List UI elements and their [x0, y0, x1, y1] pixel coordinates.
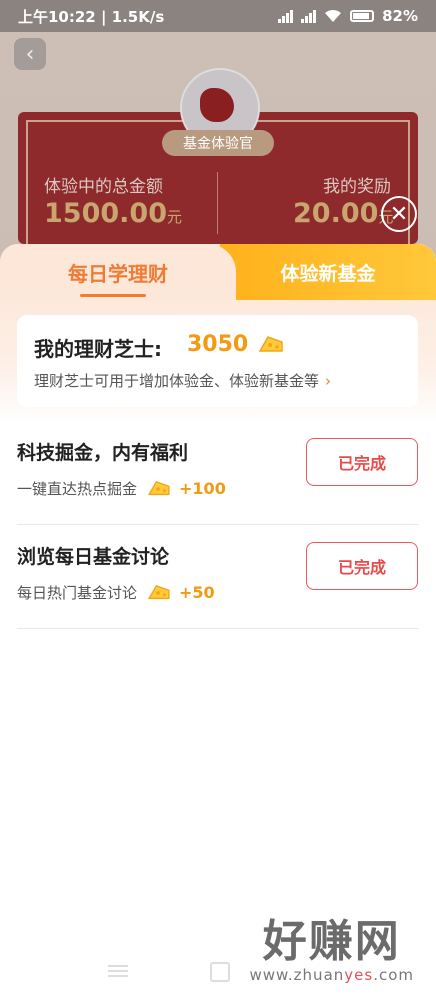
tab-daily-finance-label: 每日学理财 — [68, 261, 168, 286]
reward-amount: 20.00元 — [293, 198, 394, 229]
active-tab-indicator — [80, 294, 146, 297]
battery-percent: 82% — [382, 7, 418, 25]
wifi-icon — [325, 9, 342, 22]
status-time: 上午10:22 | 1.5K/s — [18, 7, 165, 26]
total-amount: 1500.00元 — [44, 198, 182, 229]
task-reward: +50 — [179, 583, 215, 602]
points-card[interactable]: 我的理财芝士: 3050 理财芝士可用于增加体验金、体验新基金等 › — [17, 315, 418, 407]
task-done-button[interactable]: 已完成 — [306, 542, 418, 590]
signal-icon-2 — [301, 9, 317, 23]
points-title: 我的理财芝士: — [34, 337, 162, 361]
task-subtitle: 一键直达热点掘金 +100 — [17, 479, 226, 498]
close-button[interactable]: ✕ — [381, 196, 417, 232]
back-button[interactable]: ‹ — [14, 38, 46, 70]
cheese-icon — [147, 584, 170, 599]
task-title: 科技掘金，内有福利 — [17, 442, 189, 464]
tab-daily-finance[interactable]: 每日学理财 — [0, 244, 236, 300]
total-amount-label: 体验中的总金额 — [44, 177, 163, 197]
signal-icon — [278, 9, 294, 23]
task-sheet: 体验新基金 每日学理财 我的理财芝士: 3050 理财芝士可用于增加体验金、体验… — [0, 244, 436, 1000]
cheese-icon — [147, 480, 170, 495]
task-item: 科技掘金，内有福利 一键直达热点掘金 +100 已完成 — [17, 420, 418, 525]
watermark: 好赚网 www.zhuanyes.com — [249, 916, 414, 985]
status-icons: 82% — [278, 7, 418, 25]
task-item: 浏览每日基金讨论 每日热门基金讨论 +50 已完成 — [17, 524, 418, 629]
task-reward: +100 — [179, 479, 226, 498]
task-done-button[interactable]: 已完成 — [306, 438, 418, 486]
nav-home-icon[interactable] — [210, 962, 230, 982]
chevron-left-icon: ‹ — [25, 41, 35, 67]
watermark-title: 好赚网 — [262, 916, 401, 967]
task-subtitle: 每日热门基金讨论 +50 — [17, 583, 215, 602]
tab-new-fund[interactable]: 体验新基金 — [220, 244, 436, 300]
cheese-icon — [258, 336, 283, 352]
task-title: 浏览每日基金讨论 — [17, 546, 170, 568]
points-subtitle[interactable]: 理财芝士可用于增加体验金、体验新基金等 › — [34, 370, 331, 391]
chevron-right-icon: › — [325, 372, 332, 390]
points-value: 3050 — [187, 332, 249, 357]
close-icon: ✕ — [389, 201, 409, 227]
reward-label: 我的奖励 — [323, 177, 391, 197]
card-divider — [217, 172, 218, 234]
nav-menu-icon[interactable] — [108, 962, 128, 980]
status-bar: 上午10:22 | 1.5K/s 82% — [0, 0, 436, 32]
watermark-url: www.zhuanyes.com — [249, 966, 414, 984]
battery-icon — [350, 10, 375, 22]
experience-badge: 基金体验官 — [162, 130, 274, 156]
